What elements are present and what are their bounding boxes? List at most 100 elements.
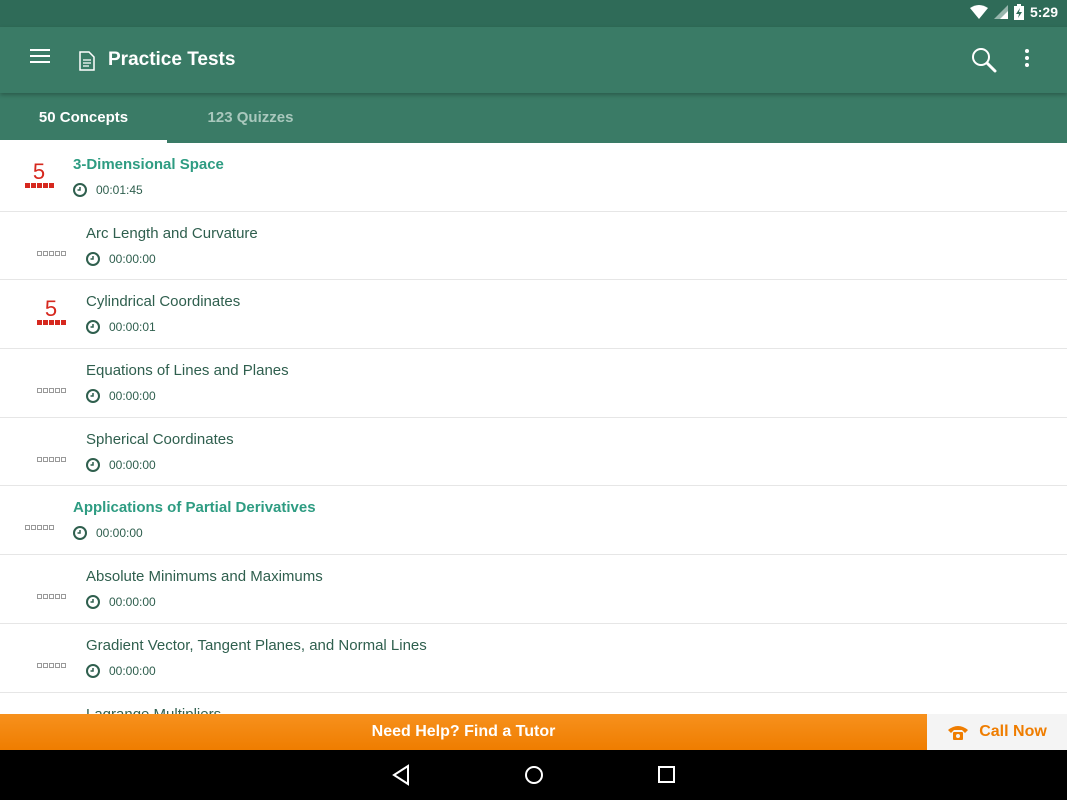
time-value: 00:00:00 — [96, 526, 143, 541]
item-time: 00:00:00 — [86, 457, 156, 472]
list-item[interactable]: Lagrange Multipliers — [0, 693, 1067, 715]
rating-dot — [42, 525, 48, 531]
rating-dot — [54, 250, 60, 256]
item-title: Equations of Lines and Planes — [86, 362, 289, 380]
item-time: 00:00:00 — [86, 389, 156, 404]
rating-dot — [54, 662, 60, 668]
item-title: Spherical Coordinates — [86, 430, 234, 448]
rating-dot — [60, 456, 66, 462]
clock-icon — [86, 320, 100, 335]
rating-dot — [42, 183, 48, 188]
rating-dot — [48, 320, 54, 326]
rating-dots — [33, 388, 69, 394]
item-time: 00:00:00 — [86, 663, 156, 678]
rating-dots — [33, 320, 69, 326]
call-now-label: Call Now — [979, 723, 1047, 740]
rating-dot — [54, 320, 60, 326]
rating-dot — [36, 594, 42, 600]
rating-dot — [54, 456, 60, 462]
rating-dot — [42, 594, 48, 600]
rating-dots — [21, 525, 57, 531]
rating-dots — [33, 250, 69, 256]
list-item[interactable]: Gradient Vector, Tangent Planes, and Nor… — [0, 624, 1067, 693]
call-now-button[interactable]: Call Now — [927, 714, 1067, 750]
rating-dot — [42, 662, 48, 668]
back-icon[interactable] — [391, 764, 411, 786]
rating-dot — [42, 388, 48, 394]
rating-dot — [48, 250, 54, 256]
rating-dot — [36, 388, 42, 394]
rating-dot — [60, 662, 66, 668]
rating-dot — [48, 183, 54, 188]
rating-dot — [24, 183, 30, 188]
clock-icon — [86, 663, 100, 678]
item-time: 00:00:01 — [86, 320, 156, 335]
score-number: 5 — [32, 159, 46, 184]
time-value: 00:00:00 — [109, 389, 156, 404]
rating-dot — [48, 388, 54, 394]
list-item[interactable]: Absolute Minimums and Maximums 00:00:00 — [0, 555, 1067, 624]
item-title: 3-Dimensional Space — [73, 156, 224, 173]
recents-icon[interactable] — [657, 764, 677, 786]
concept-list: 5 3-Dimensional Space 00:01:45 Arc Lengt… — [0, 143, 1067, 714]
rating-dot — [36, 183, 42, 188]
home-icon[interactable] — [523, 764, 545, 786]
list-item[interactable]: 5 Cylindrical Coordinates 00:00:01 — [0, 280, 1067, 350]
time-value: 00:00:00 — [109, 251, 156, 266]
find-tutor-banner[interactable]: Need Help? Find a Tutor — [0, 714, 927, 750]
rating-dot — [42, 320, 48, 326]
rating-dots — [33, 662, 69, 668]
status-bar: 5:29 — [0, 0, 1067, 27]
rating-dot — [30, 183, 36, 188]
rating-dot — [36, 320, 42, 326]
rating-dot — [54, 388, 60, 394]
item-time: 00:01:45 — [73, 183, 143, 197]
rating-dot — [24, 525, 30, 531]
rating-dot — [60, 320, 66, 326]
rating-dot — [60, 250, 66, 256]
search-button[interactable] — [971, 47, 997, 78]
list-item[interactable]: Applications of Partial Derivatives 00:0… — [0, 486, 1067, 556]
hamburger-icon-line — [30, 61, 50, 63]
rating-dot — [48, 525, 54, 531]
list-item[interactable]: Arc Length and Curvature 00:00:00 — [0, 212, 1067, 281]
menu-button[interactable] — [30, 49, 52, 69]
score-badge — [33, 456, 69, 462]
item-time: 00:00:00 — [86, 251, 156, 266]
rating-dot — [36, 250, 42, 256]
item-title: Arc Length and Curvature — [86, 224, 258, 242]
score-badge: 5 — [21, 161, 57, 188]
rating-dot — [42, 456, 48, 462]
tab-concepts[interactable]: 50 Concepts — [0, 93, 167, 143]
phone-icon — [948, 726, 969, 740]
search-icon — [972, 48, 997, 73]
score-badge — [33, 250, 69, 256]
status-time: 5:29 — [1029, 4, 1058, 20]
clock-icon — [73, 183, 87, 197]
tab-bar: 50 Concepts 123 Quizzes — [0, 93, 1067, 143]
item-time: 00:00:00 — [86, 595, 156, 610]
list-item[interactable]: Spherical Coordinates 00:00:00 — [0, 418, 1067, 487]
more-vert-icon-dot — [1025, 56, 1029, 60]
list-item[interactable]: 5 3-Dimensional Space 00:01:45 — [0, 143, 1067, 212]
battery-charging-icon — [1013, 4, 1024, 20]
more-vert-icon-dot — [1025, 63, 1029, 67]
item-title: Absolute Minimums and Maximums — [86, 568, 323, 586]
item-title: Gradient Vector, Tangent Planes, and Nor… — [86, 636, 427, 654]
rating-dot — [42, 250, 48, 256]
page-title: Practice Tests — [108, 49, 236, 70]
more-options-button[interactable] — [1020, 49, 1034, 71]
item-title: Lagrange Multipliers — [86, 705, 222, 715]
wifi-icon — [969, 5, 988, 19]
list-item[interactable]: Equations of Lines and Planes 00:00:00 — [0, 349, 1067, 418]
score-badge: 5 — [33, 298, 69, 326]
score-badge — [21, 525, 57, 531]
rating-dots — [21, 183, 57, 188]
tab-quizzes[interactable]: 123 Quizzes — [167, 93, 334, 143]
rating-dot — [36, 456, 42, 462]
score-badge — [33, 662, 69, 668]
hamburger-icon-line — [30, 55, 50, 57]
time-value: 00:00:01 — [109, 320, 156, 335]
clock-icon — [73, 526, 87, 541]
rating-dot — [48, 594, 54, 600]
